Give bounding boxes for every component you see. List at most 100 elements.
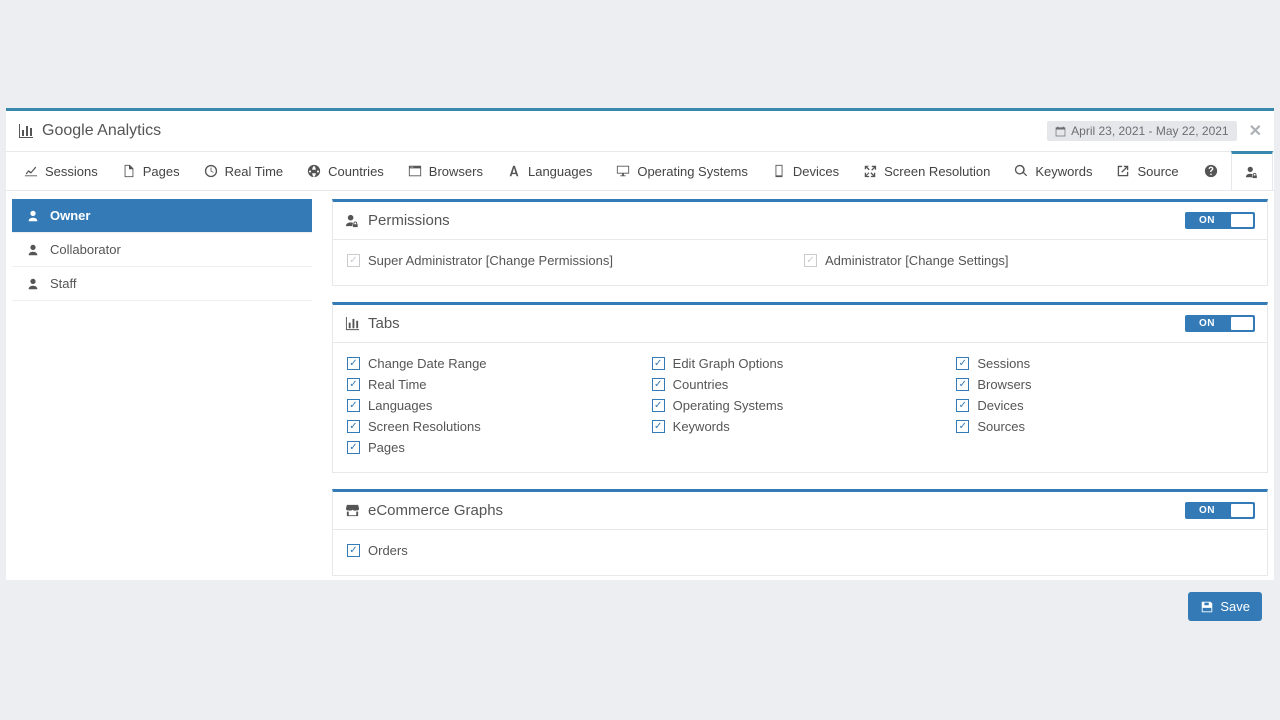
section-header: Permissions ON: [333, 202, 1267, 240]
expand-icon: [863, 164, 877, 178]
checkbox-label: Orders: [368, 543, 408, 558]
tab-label: Real Time: [225, 164, 284, 179]
checkbox-sessions[interactable]: ✓Sessions: [956, 353, 1253, 374]
sidebar-item-label: Staff: [50, 276, 77, 291]
date-range-button[interactable]: April 23, 2021 - May 22, 2021: [1047, 121, 1236, 141]
checkbox-label: Administrator [Change Settings]: [825, 253, 1009, 268]
checkbox-real-time[interactable]: ✓ Real Time: [347, 374, 644, 395]
checkbox-admin: ✓ Administrator [Change Settings]: [804, 250, 1253, 271]
ecommerce-list: ✓ Orders: [333, 530, 1267, 575]
checkbox-label: Edit Graph Options: [673, 356, 784, 371]
checkbox-label: Sources: [977, 419, 1025, 434]
desktop-icon: [616, 164, 630, 178]
save-button[interactable]: Save: [1188, 592, 1262, 621]
tablet-icon: [772, 164, 786, 178]
checkbox-browsers[interactable]: ✓Browsers: [956, 374, 1253, 395]
checkbox-change-date-range[interactable]: ✓Change Date Range: [347, 353, 644, 374]
save-button-label: Save: [1220, 599, 1250, 614]
checkbox-icon: ✓: [347, 378, 360, 391]
checkbox-label: Real Time: [368, 377, 427, 392]
sidebar-item-owner[interactable]: Owner: [12, 199, 312, 233]
roles-button[interactable]: [1231, 151, 1273, 190]
tabs-toggle[interactable]: ON: [1185, 315, 1255, 332]
checkbox-orders[interactable]: ✓ Orders: [347, 540, 1253, 561]
tab-label: Devices: [793, 164, 839, 179]
section-header: eCommerce Graphs ON: [333, 492, 1267, 530]
section-title: Permissions: [345, 212, 450, 229]
tab-label: Source: [1137, 164, 1178, 179]
checkbox-label: Super Administrator [Change Permissions]: [368, 253, 613, 268]
toggle-knob: [1231, 214, 1253, 227]
section-title: Tabs: [345, 315, 400, 332]
checkbox-label: Countries: [673, 377, 729, 392]
checkbox-icon: ✓: [347, 420, 360, 433]
close-icon[interactable]: ✕: [1249, 121, 1262, 141]
checkbox-languages[interactable]: ✓Languages: [347, 395, 644, 416]
tab-countries[interactable]: Countries: [295, 152, 396, 190]
tab-keywords[interactable]: Keywords: [1002, 152, 1104, 190]
checkbox-label: Pages: [368, 440, 405, 455]
tabs-list: ✓Change Date Range✓Real Time✓Languages✓S…: [333, 343, 1267, 472]
footer: Save: [332, 592, 1268, 621]
tab-os[interactable]: Operating Systems: [604, 152, 760, 190]
help-button[interactable]: [1191, 152, 1231, 190]
checkbox-pages[interactable]: ✓Pages: [347, 437, 644, 458]
checkbox-icon: ✓: [956, 399, 969, 412]
tab-realtime[interactable]: Real Time: [192, 152, 296, 190]
store-icon: [345, 503, 360, 518]
settings-button[interactable]: [1273, 152, 1280, 190]
checkbox-devices[interactable]: ✓ Devices: [956, 395, 1253, 416]
toggle-knob: [1231, 504, 1253, 517]
checkbox-icon: ✓: [347, 544, 360, 557]
permissions-section: Permissions ON ✓ Super Administrator [Ch…: [332, 199, 1268, 286]
tab-resolution[interactable]: Screen Resolution: [851, 152, 1002, 190]
tab-browsers[interactable]: Browsers: [396, 152, 495, 190]
checkbox-icon: ✓: [804, 254, 817, 267]
toggle-label: ON: [1185, 315, 1229, 332]
checkbox-icon: ✓: [652, 357, 665, 370]
main-content: Permissions ON ✓ Super Administrator [Ch…: [332, 199, 1268, 621]
globe-icon: [307, 164, 321, 178]
toggle-knob: [1231, 317, 1253, 330]
section-title-text: Permissions: [368, 212, 450, 229]
tab-label: Keywords: [1035, 164, 1092, 179]
tab-label: Browsers: [429, 164, 483, 179]
tab-sessions[interactable]: Sessions: [12, 152, 110, 190]
sidebar-item-label: Collaborator: [50, 242, 121, 257]
checkbox-countries[interactable]: ✓ Countries: [652, 374, 949, 395]
tab-pages[interactable]: Pages: [110, 152, 192, 190]
help-icon: [1204, 164, 1218, 178]
permissions-toggle[interactable]: ON: [1185, 212, 1255, 229]
checkbox-label: Change Date Range: [368, 356, 487, 371]
checkbox-screen-resolutions[interactable]: ✓Screen Resolutions: [347, 416, 644, 437]
calendar-icon: [1055, 126, 1066, 137]
tab-source[interactable]: Source: [1104, 152, 1190, 190]
checkbox-super-admin: ✓ Super Administrator [Change Permission…: [347, 250, 796, 271]
checkbox-edit-graph-options[interactable]: ✓ Edit Graph Options: [652, 353, 949, 374]
checkbox-icon: ✓: [652, 378, 665, 391]
checkbox-operating-systems[interactable]: ✓Operating Systems: [652, 395, 949, 416]
user-icon: [26, 209, 40, 223]
checkbox-sources[interactable]: ✓ Sources: [956, 416, 1253, 437]
checkbox-label: Devices: [977, 398, 1023, 413]
tab-languages[interactable]: Languages: [495, 152, 604, 190]
sidebar-item-staff[interactable]: Staff: [12, 267, 312, 301]
sidebar-item-collaborator[interactable]: Collaborator: [12, 233, 312, 267]
permissions-list: ✓ Super Administrator [Change Permission…: [333, 240, 1267, 285]
checkbox-label: Keywords: [673, 419, 730, 434]
checkbox-label: Browsers: [977, 377, 1031, 392]
toggle-label: ON: [1185, 502, 1229, 519]
section-title: eCommerce Graphs: [345, 502, 503, 519]
bar-chart-icon: [18, 123, 34, 139]
section-title-text: Tabs: [368, 315, 400, 332]
external-icon: [1116, 164, 1130, 178]
checkbox-label: Sessions: [977, 356, 1030, 371]
tab-devices[interactable]: Devices: [760, 152, 851, 190]
file-icon: [122, 164, 136, 178]
checkbox-keywords[interactable]: ✓Keywords: [652, 416, 949, 437]
toggle-label: ON: [1185, 212, 1229, 229]
checkbox-icon: ✓: [956, 420, 969, 433]
tab-label: Languages: [528, 164, 592, 179]
ecommerce-toggle[interactable]: ON: [1185, 502, 1255, 519]
section-header: Tabs ON: [333, 305, 1267, 343]
